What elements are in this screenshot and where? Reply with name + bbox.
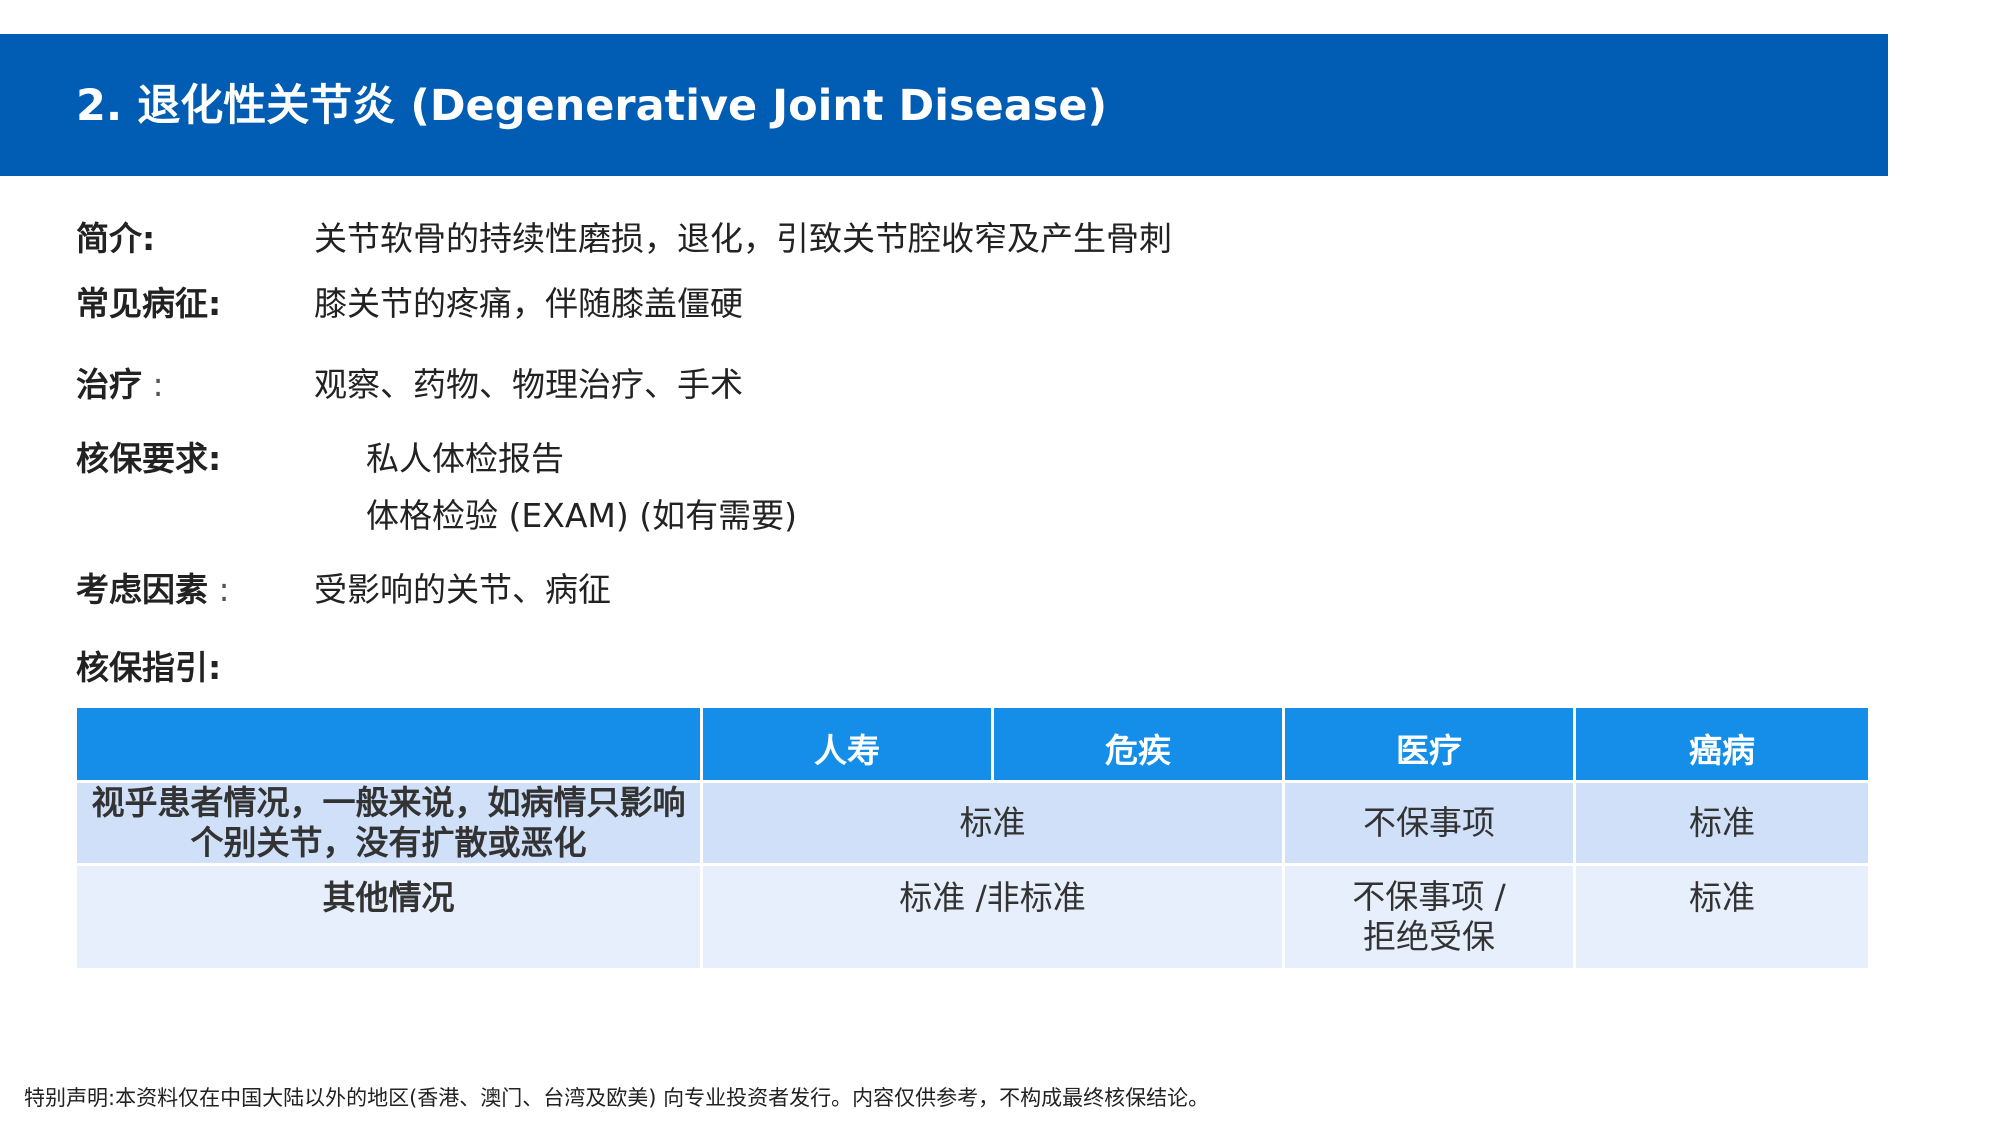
disclaimer-text: 特别声明:本资料仅在中国大陆以外的地区(香港、澳门、台湾及欧美) 向专业投资者发… bbox=[24, 1086, 1210, 1110]
factors-label-wrap: 考虑因素 : bbox=[76, 568, 230, 612]
intro-value: 关节软骨的持续性磨损，退化，引致关节腔收窄及产生骨刺 bbox=[314, 219, 1172, 258]
intro-label: 简介: bbox=[76, 219, 156, 258]
header-life: 人寿 bbox=[700, 705, 994, 783]
medical-cell: 不保事项 bbox=[1282, 780, 1576, 866]
treatment-value: 观察、药物、物理治疗、手术 bbox=[314, 365, 743, 404]
life-ci-cell: 标准 /非标准 bbox=[700, 863, 1285, 971]
underwriting-guide-table: 人寿 危疾 医疗 癌病 视乎患者情况，一般来说，如病情只影响个别关节，没有扩散或… bbox=[74, 705, 1871, 971]
header-critical-illness: 危疾 bbox=[991, 705, 1285, 783]
condition-cell: 其他情况 bbox=[74, 863, 703, 971]
requirements-label: 核保要求: bbox=[76, 439, 222, 478]
factors-value: 受影响的关节、病征 bbox=[314, 570, 611, 609]
condition-cell: 视乎患者情况，一般来说，如病情只影响个别关节，没有扩散或恶化 bbox=[74, 780, 703, 866]
life-ci-cell: 标准 bbox=[700, 780, 1285, 866]
title-banner: 2. 退化性关节炎 (Degenerative Joint Disease) bbox=[0, 34, 1888, 176]
table-header-row: 人寿 危疾 医疗 癌病 bbox=[74, 705, 1871, 783]
header-condition bbox=[74, 705, 703, 783]
guide-label: 核保指引: bbox=[76, 648, 222, 687]
requirements-value-2: 体格检验 (EXAM) (如有需要) bbox=[366, 496, 797, 535]
page-title: 2. 退化性关节炎 (Degenerative Joint Disease) bbox=[76, 81, 1108, 131]
header-cancer: 癌病 bbox=[1573, 705, 1871, 783]
cancer-cell: 标准 bbox=[1573, 780, 1871, 866]
treatment-label: 治疗 bbox=[76, 365, 142, 404]
medical-cell: 不保事项 / 拒绝受保 bbox=[1282, 863, 1576, 971]
cancer-cell: 标准 bbox=[1573, 863, 1871, 971]
symptoms-label: 常见病征: bbox=[76, 284, 222, 323]
requirements-value-1: 私人体检报告 bbox=[366, 439, 564, 478]
table-row: 其他情况 标准 /非标准 不保事项 / 拒绝受保 标准 bbox=[74, 863, 1871, 971]
factors-colon: : bbox=[208, 570, 230, 609]
table-row: 视乎患者情况，一般来说，如病情只影响个别关节，没有扩散或恶化 标准 不保事项 标… bbox=[74, 780, 1871, 866]
treatment-colon: : bbox=[142, 365, 164, 404]
symptoms-value: 膝关节的疼痛，伴随膝盖僵硬 bbox=[314, 284, 743, 323]
treatment-label-wrap: 治疗 : bbox=[76, 363, 164, 407]
factors-label: 考虑因素 bbox=[76, 570, 208, 609]
header-medical: 医疗 bbox=[1282, 705, 1576, 783]
